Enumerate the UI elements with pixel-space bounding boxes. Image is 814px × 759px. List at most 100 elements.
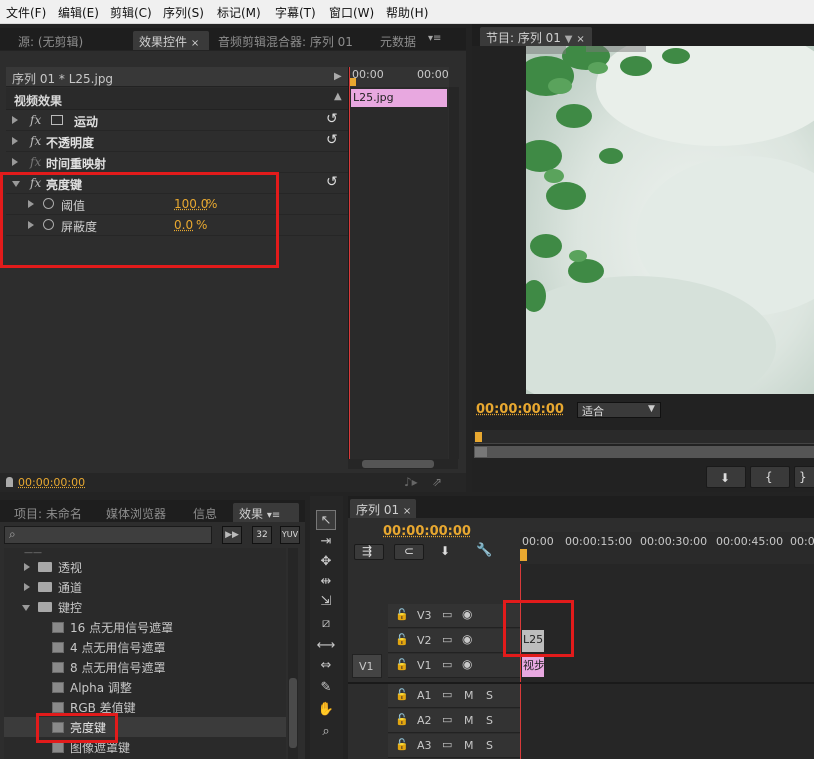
mute-button[interactable]: M	[464, 714, 474, 727]
fit-dropdown[interactable]: 适合 ▼	[577, 402, 661, 418]
tab-sequence[interactable]: 序列 01 ×	[350, 499, 416, 518]
sync-lock-icon[interactable]: ▭	[442, 713, 452, 726]
mute-button[interactable]: M	[464, 689, 474, 702]
solo-button[interactable]: S	[486, 739, 493, 752]
close-icon[interactable]: ×	[576, 34, 584, 45]
close-icon[interactable]: ×	[403, 506, 411, 517]
horizontal-scrollbar[interactable]	[348, 459, 458, 469]
add-marker-icon[interactable]: ⬇	[440, 544, 450, 558]
play-arrow-icon[interactable]: ▶	[334, 71, 342, 82]
effect-row-opacity[interactable]: fx 不透明度 ↺	[6, 131, 348, 152]
expand-triangle-icon[interactable]	[12, 158, 18, 166]
mark-out-button[interactable]: }	[794, 466, 814, 488]
lock-icon[interactable]: 🔓	[395, 658, 409, 671]
eye-icon[interactable]: ◉	[462, 657, 472, 671]
slip-tool-icon[interactable]: ⟷	[316, 636, 336, 656]
32bit-effects-button[interactable]: 32	[252, 526, 272, 544]
lock-icon[interactable]: 🔓	[395, 738, 409, 751]
tree-preset[interactable]: 4 点无用信号遮罩	[4, 637, 286, 657]
tab-program[interactable]: 节目: 序列 01 ▼ ×	[480, 27, 592, 46]
menu-edit[interactable]: 编辑(E)	[58, 4, 99, 21]
expand-triangle-icon[interactable]	[24, 563, 30, 571]
effect-row-time-remap[interactable]: fx 时间重映射	[6, 152, 348, 173]
menu-title[interactable]: 字幕(T)	[275, 4, 316, 21]
program-zoom-bar[interactable]	[474, 446, 814, 458]
hand-tool-icon[interactable]: ✋	[316, 700, 336, 720]
menu-sequence[interactable]: 序列(S)	[163, 4, 204, 21]
lock-icon[interactable]: 🔓	[395, 713, 409, 726]
ripple-edit-tool-icon[interactable]: ✥	[316, 552, 336, 572]
tree-folder-keying[interactable]: 键控	[4, 597, 286, 617]
menu-help[interactable]: 帮助(H)	[386, 4, 428, 21]
snap-insert-button[interactable]: ⇶	[354, 544, 384, 560]
tab-effect-controls[interactable]: 效果控件 ×	[133, 31, 209, 50]
tab-media-browser[interactable]: 媒体浏览器	[100, 503, 172, 522]
clip-v1[interactable]: 视步	[522, 655, 545, 677]
tab-effects[interactable]: 效果 ▾≡	[233, 503, 299, 522]
zoom-handle[interactable]	[475, 447, 487, 457]
tab-info[interactable]: 信息	[187, 503, 223, 522]
wrench-icon[interactable]: 🔧	[476, 543, 492, 558]
tab-project[interactable]: 项目: 未命名	[8, 503, 88, 522]
playhead-icon[interactable]	[349, 78, 356, 86]
zoom-tool-icon[interactable]: ⌕	[316, 722, 336, 742]
dropdown-arrow-icon[interactable]: ▼	[565, 34, 573, 45]
eye-icon[interactable]: ◉	[462, 632, 472, 646]
mini-clip[interactable]: L25.jpg	[351, 89, 447, 107]
solo-button[interactable]: S	[486, 714, 493, 727]
playhead-icon[interactable]	[475, 432, 482, 442]
source-patch-v1[interactable]: V1	[352, 654, 382, 678]
slide-tool-icon[interactable]: ⇔	[316, 656, 336, 676]
reset-icon[interactable]: ↺	[326, 111, 338, 127]
mute-button[interactable]: M	[464, 739, 474, 752]
effect-row-motion[interactable]: fx 运动 ↺	[6, 110, 348, 131]
razor-tool-icon[interactable]: ⧄	[316, 614, 336, 634]
tree-folder-perspective[interactable]: 透视	[4, 557, 286, 577]
tab-audio-mixer[interactable]: 音频剪辑混合器: 序列 01	[212, 31, 359, 50]
vertical-scrollbar[interactable]	[449, 87, 459, 459]
tab-metadata[interactable]: 元数据	[374, 31, 422, 50]
reset-icon[interactable]: ↺	[326, 174, 338, 190]
effects-search-input[interactable]: ⌕	[4, 526, 212, 544]
snap-button[interactable]: ⊂	[394, 544, 424, 560]
lock-icon[interactable]: 🔓	[395, 688, 409, 701]
rate-stretch-tool-icon[interactable]: ⇲	[316, 592, 336, 612]
program-video-frame[interactable]	[526, 46, 814, 394]
tab-source[interactable]: 源: (无剪辑)	[12, 31, 89, 50]
accelerated-effects-icon[interactable]: ▶▶	[222, 526, 242, 544]
rolling-edit-tool-icon[interactable]: ⇹	[316, 572, 336, 592]
selection-tool-icon[interactable]: ↖	[316, 510, 336, 530]
timeline-timecode[interactable]: 00:00:00:00	[383, 524, 471, 539]
menu-file[interactable]: 文件(F)	[6, 4, 46, 21]
sync-lock-icon[interactable]: ▭	[442, 608, 452, 621]
yuv-effects-button[interactable]: YUV	[280, 526, 300, 544]
sync-lock-icon[interactable]: ▭	[442, 688, 452, 701]
menu-marker[interactable]: 标记(M)	[217, 4, 261, 21]
solo-button[interactable]: S	[486, 689, 493, 702]
program-ruler[interactable]	[474, 430, 814, 444]
tree-folder-channel[interactable]: 通道	[4, 577, 286, 597]
mark-in-button[interactable]: {	[750, 466, 790, 488]
close-icon[interactable]: ×	[191, 38, 199, 49]
expand-triangle-icon[interactable]	[12, 116, 18, 124]
expand-triangle-icon[interactable]	[24, 583, 30, 591]
playhead-icon[interactable]	[520, 549, 527, 561]
scrollbar-thumb[interactable]	[289, 678, 297, 748]
effects-scrollbar[interactable]	[288, 548, 298, 759]
collapse-up-icon[interactable]: ▲	[334, 91, 342, 102]
add-marker-button[interactable]: ⬇	[706, 466, 746, 488]
sync-lock-icon[interactable]: ▭	[442, 658, 452, 671]
panel-menu-icon[interactable]: ▾≡	[267, 510, 280, 521]
panel-menu-icon[interactable]: ▾≡	[428, 33, 448, 46]
export-icon[interactable]: ⇗	[432, 475, 442, 489]
expand-triangle-icon[interactable]	[12, 137, 18, 145]
effect-timecode[interactable]: 00:00:00:00	[18, 476, 85, 489]
menu-clip[interactable]: 剪辑(C)	[110, 4, 152, 21]
effect-mini-timeline[interactable]: 00:00 00:00 L25.jpg	[348, 67, 449, 459]
lock-icon[interactable]: 🔓	[395, 608, 409, 621]
lock-icon[interactable]: 🔓	[395, 633, 409, 646]
scrollbar-thumb[interactable]	[362, 460, 434, 468]
collapse-triangle-icon[interactable]	[22, 605, 30, 611]
tree-preset[interactable]: 8 点无用信号遮罩	[4, 657, 286, 677]
tree-preset[interactable]: Alpha 调整	[4, 677, 286, 697]
